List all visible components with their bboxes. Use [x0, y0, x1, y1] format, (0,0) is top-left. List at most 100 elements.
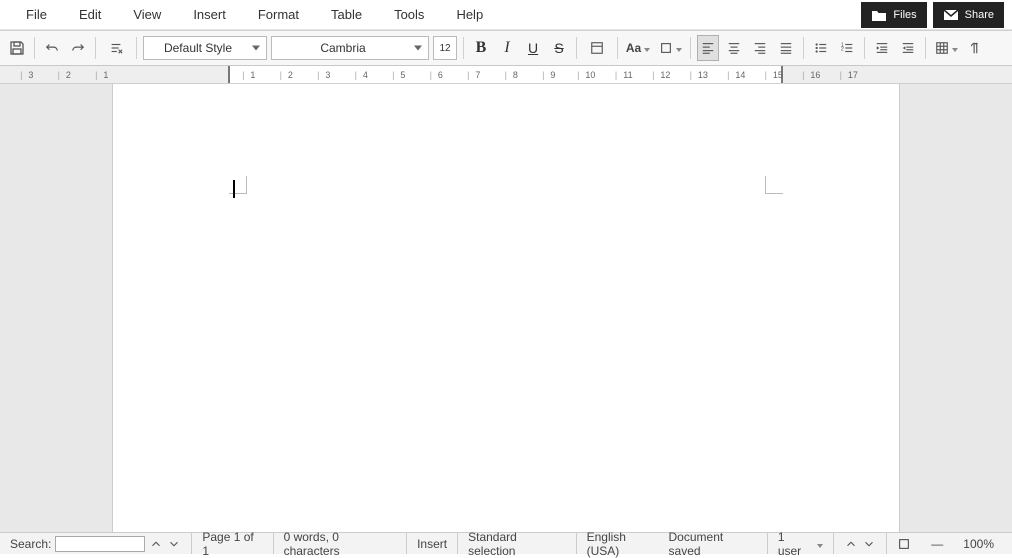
ruler-tick: 13 — [680, 70, 718, 80]
share-button[interactable]: Share — [933, 2, 1004, 28]
align-center-icon — [727, 41, 741, 55]
horizontal-ruler[interactable]: 1 2 3 1 2 3 4 5 6 7 8 9 10 11 12 13 14 1… — [0, 66, 1012, 84]
search-prev-button[interactable] — [149, 537, 163, 551]
users-status[interactable]: 1 user — [767, 533, 833, 554]
search-input[interactable] — [55, 536, 145, 552]
redo-icon — [71, 41, 85, 55]
align-justify-button[interactable] — [775, 35, 797, 61]
page-status[interactable]: Page 1 of 1 — [191, 533, 272, 554]
zoom-level[interactable]: 100% — [953, 533, 1004, 554]
font-name-value: Cambria — [320, 41, 365, 55]
ruler-tick: 9 — [530, 70, 568, 80]
svg-text:2: 2 — [841, 47, 844, 53]
menu-insert[interactable]: Insert — [177, 0, 242, 30]
ruler-tick: 4 — [343, 70, 381, 80]
save-icon — [9, 40, 25, 56]
undo-icon — [45, 41, 59, 55]
status-bar: Search: Page 1 of 1 0 words, 0 character… — [0, 532, 1012, 554]
align-justify-icon — [779, 41, 793, 55]
files-button[interactable]: Files — [861, 2, 926, 28]
next-page-button[interactable] — [862, 537, 876, 551]
ruler-tick: 7 — [455, 70, 493, 80]
numbered-list-icon: 12 — [840, 41, 854, 55]
font-size-value: 12 — [439, 43, 450, 54]
insert-mode-status[interactable]: Insert — [406, 533, 457, 554]
undo-button[interactable] — [41, 35, 63, 61]
menu-bar: File Edit View Insert Format Table Tools… — [0, 0, 1012, 30]
special-char-button[interactable] — [583, 35, 611, 61]
align-right-icon — [753, 41, 767, 55]
redo-button[interactable] — [67, 35, 89, 61]
editor-viewport[interactable] — [0, 84, 1012, 532]
clear-formatting-button[interactable] — [102, 35, 130, 61]
menu-file[interactable]: File — [10, 0, 63, 30]
save-status: Document saved — [665, 533, 767, 554]
underline-button[interactable]: U — [522, 35, 544, 61]
text-cursor — [233, 180, 235, 198]
menu-help[interactable]: Help — [440, 0, 499, 30]
ruler-tick: 8 — [493, 70, 531, 80]
chevron-down-icon — [949, 41, 958, 55]
bold-button[interactable]: B — [470, 35, 492, 61]
numbered-list-button[interactable]: 12 — [836, 35, 858, 61]
menu-view[interactable]: View — [117, 0, 177, 30]
language-status[interactable]: English (USA) — [576, 533, 665, 554]
align-left-button[interactable] — [697, 35, 719, 61]
nav-arrows — [833, 533, 886, 554]
ruler-tick: 16 — [793, 70, 831, 80]
separator — [690, 37, 691, 59]
ruler-tick: 2 — [46, 70, 84, 80]
zoom-out-button[interactable]: — — [921, 533, 953, 554]
highlight-button[interactable] — [656, 35, 684, 61]
italic-button[interactable]: I — [496, 35, 518, 61]
align-left-icon — [701, 41, 715, 55]
insert-table-button[interactable] — [932, 35, 960, 61]
separator — [925, 37, 926, 59]
fit-page-icon — [897, 537, 911, 551]
separator — [617, 37, 618, 59]
document-page[interactable] — [112, 84, 900, 532]
chevron-down-icon — [167, 537, 181, 551]
bulleted-list-button[interactable] — [810, 35, 832, 61]
bold-icon: B — [476, 39, 487, 57]
menu-format[interactable]: Format — [242, 0, 315, 30]
table-icon — [935, 41, 949, 55]
search-section: Search: — [8, 533, 191, 554]
char-case-button[interactable]: Aa — [624, 35, 652, 61]
align-center-button[interactable] — [723, 35, 745, 61]
search-next-button[interactable] — [167, 537, 181, 551]
menu-edit[interactable]: Edit — [63, 0, 117, 30]
highlight-icon — [659, 41, 673, 55]
align-right-button[interactable] — [749, 35, 771, 61]
paragraph-style-select[interactable]: Default Style — [143, 36, 267, 60]
formatting-toolbar: Default Style Cambria 12 B I U S Aa 12 — [0, 30, 1012, 66]
separator — [95, 37, 96, 59]
word-count-status[interactable]: 0 words, 0 characters — [273, 533, 407, 554]
ruler-tick: 3 — [305, 70, 343, 80]
chevron-down-icon — [673, 41, 682, 55]
menu-tools[interactable]: Tools — [378, 0, 440, 30]
increase-indent-button[interactable] — [871, 35, 893, 61]
margin-marker-top-left — [229, 176, 247, 194]
decrease-indent-button[interactable] — [897, 35, 919, 61]
save-button[interactable] — [6, 35, 28, 61]
italic-icon: I — [504, 39, 509, 57]
increase-indent-icon — [875, 41, 889, 55]
separator — [34, 37, 35, 59]
chevron-down-icon — [641, 41, 650, 55]
prev-page-button[interactable] — [844, 537, 858, 551]
separator — [803, 37, 804, 59]
ruler-tick: 10 — [568, 70, 606, 80]
fit-page-button[interactable] — [886, 533, 921, 554]
insert-image-button[interactable] — [964, 35, 986, 61]
ruler-tick: 14 — [718, 70, 756, 80]
clear-formatting-icon — [109, 41, 123, 55]
top-right-actions: Files Share — [861, 2, 1004, 28]
ruler-tick: 5 — [380, 70, 418, 80]
chevron-up-icon — [149, 537, 163, 551]
selection-mode-status[interactable]: Standard selection — [457, 533, 576, 554]
font-name-select[interactable]: Cambria — [271, 36, 429, 60]
menu-table[interactable]: Table — [315, 0, 378, 30]
strike-button[interactable]: S — [548, 35, 570, 61]
font-size-field[interactable]: 12 — [433, 36, 457, 60]
